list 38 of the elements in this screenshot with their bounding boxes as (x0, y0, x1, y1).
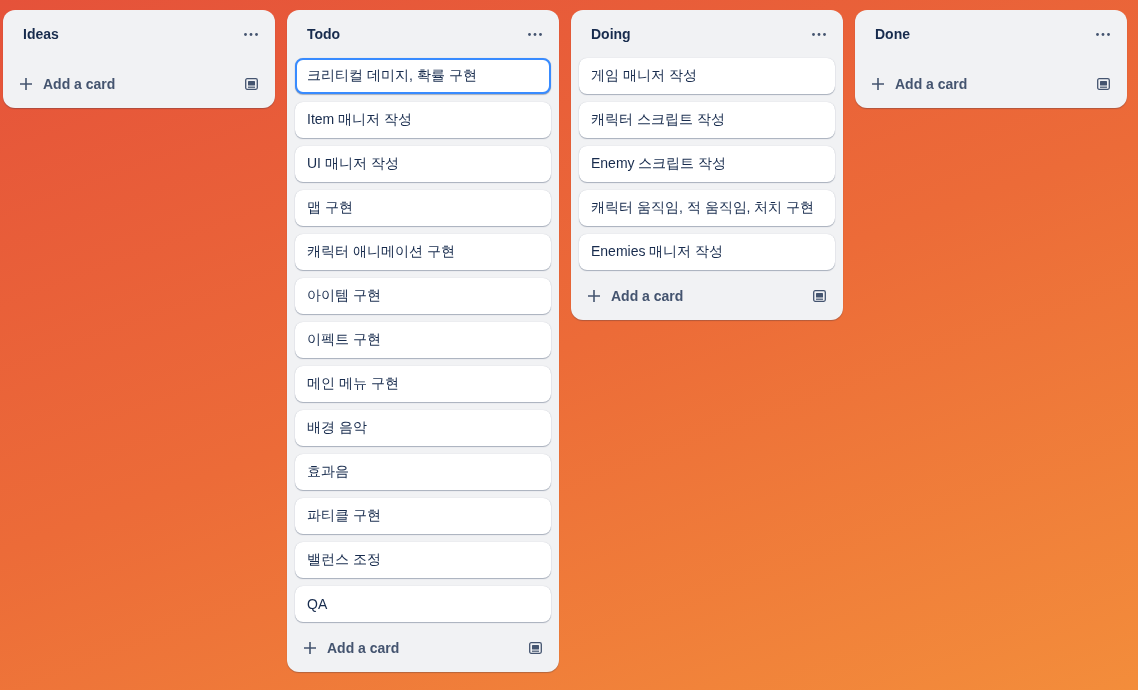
task-card[interactable]: 맵 구현 (295, 190, 551, 226)
card-template-icon (1096, 78, 1110, 90)
plus-icon (20, 78, 32, 90)
task-card[interactable]: 캐릭터 움직임, 적 움직임, 처치 구현 (579, 190, 835, 226)
list-title[interactable]: Doing (591, 26, 631, 42)
task-card[interactable]: QA (295, 586, 551, 622)
list-title[interactable]: Todo (307, 26, 341, 42)
task-card[interactable]: 이펙트 구현 (295, 322, 551, 358)
task-card[interactable]: 크리티컬 데미지, 확률 구현 (295, 58, 551, 94)
more-options-icon (1096, 32, 1110, 36)
add-card-button[interactable]: Add a card (295, 632, 515, 664)
add-card-button[interactable]: Add a card (11, 68, 231, 100)
plus-icon (304, 642, 316, 654)
task-card[interactable]: 캐릭터 스크립트 작성 (579, 102, 835, 138)
task-card[interactable]: 파티클 구현 (295, 498, 551, 534)
task-card[interactable]: Enemy 스크립트 작성 (579, 146, 835, 182)
add-card-button[interactable]: Add a card (863, 68, 1083, 100)
task-card[interactable]: 아이템 구현 (295, 278, 551, 314)
more-options-icon (244, 32, 258, 36)
task-card[interactable]: Enemies 매니저 작성 (579, 234, 835, 270)
plus-icon (588, 290, 600, 302)
card-template-icon (244, 78, 258, 90)
card-template-icon (528, 642, 542, 654)
list-title[interactable]: Ideas (23, 26, 59, 42)
add-card-button[interactable]: Add a card (579, 280, 799, 312)
plus-icon (872, 78, 884, 90)
task-card[interactable]: 밸런스 조정 (295, 542, 551, 578)
list-title[interactable]: Done (875, 26, 910, 42)
task-card[interactable]: 메인 메뉴 구현 (295, 366, 551, 402)
card-template-icon (812, 290, 826, 302)
task-card[interactable]: 배경 음악 (295, 410, 551, 446)
task-card[interactable]: Item 매니저 작성 (295, 102, 551, 138)
task-card[interactable]: 캐릭터 애니메이션 구현 (295, 234, 551, 270)
task-card[interactable]: 게임 매니저 작성 (579, 58, 835, 94)
more-options-icon (528, 32, 542, 36)
task-card[interactable]: 효과음 (295, 454, 551, 490)
task-card[interactable]: UI 매니저 작성 (295, 146, 551, 182)
more-options-icon (812, 32, 826, 36)
